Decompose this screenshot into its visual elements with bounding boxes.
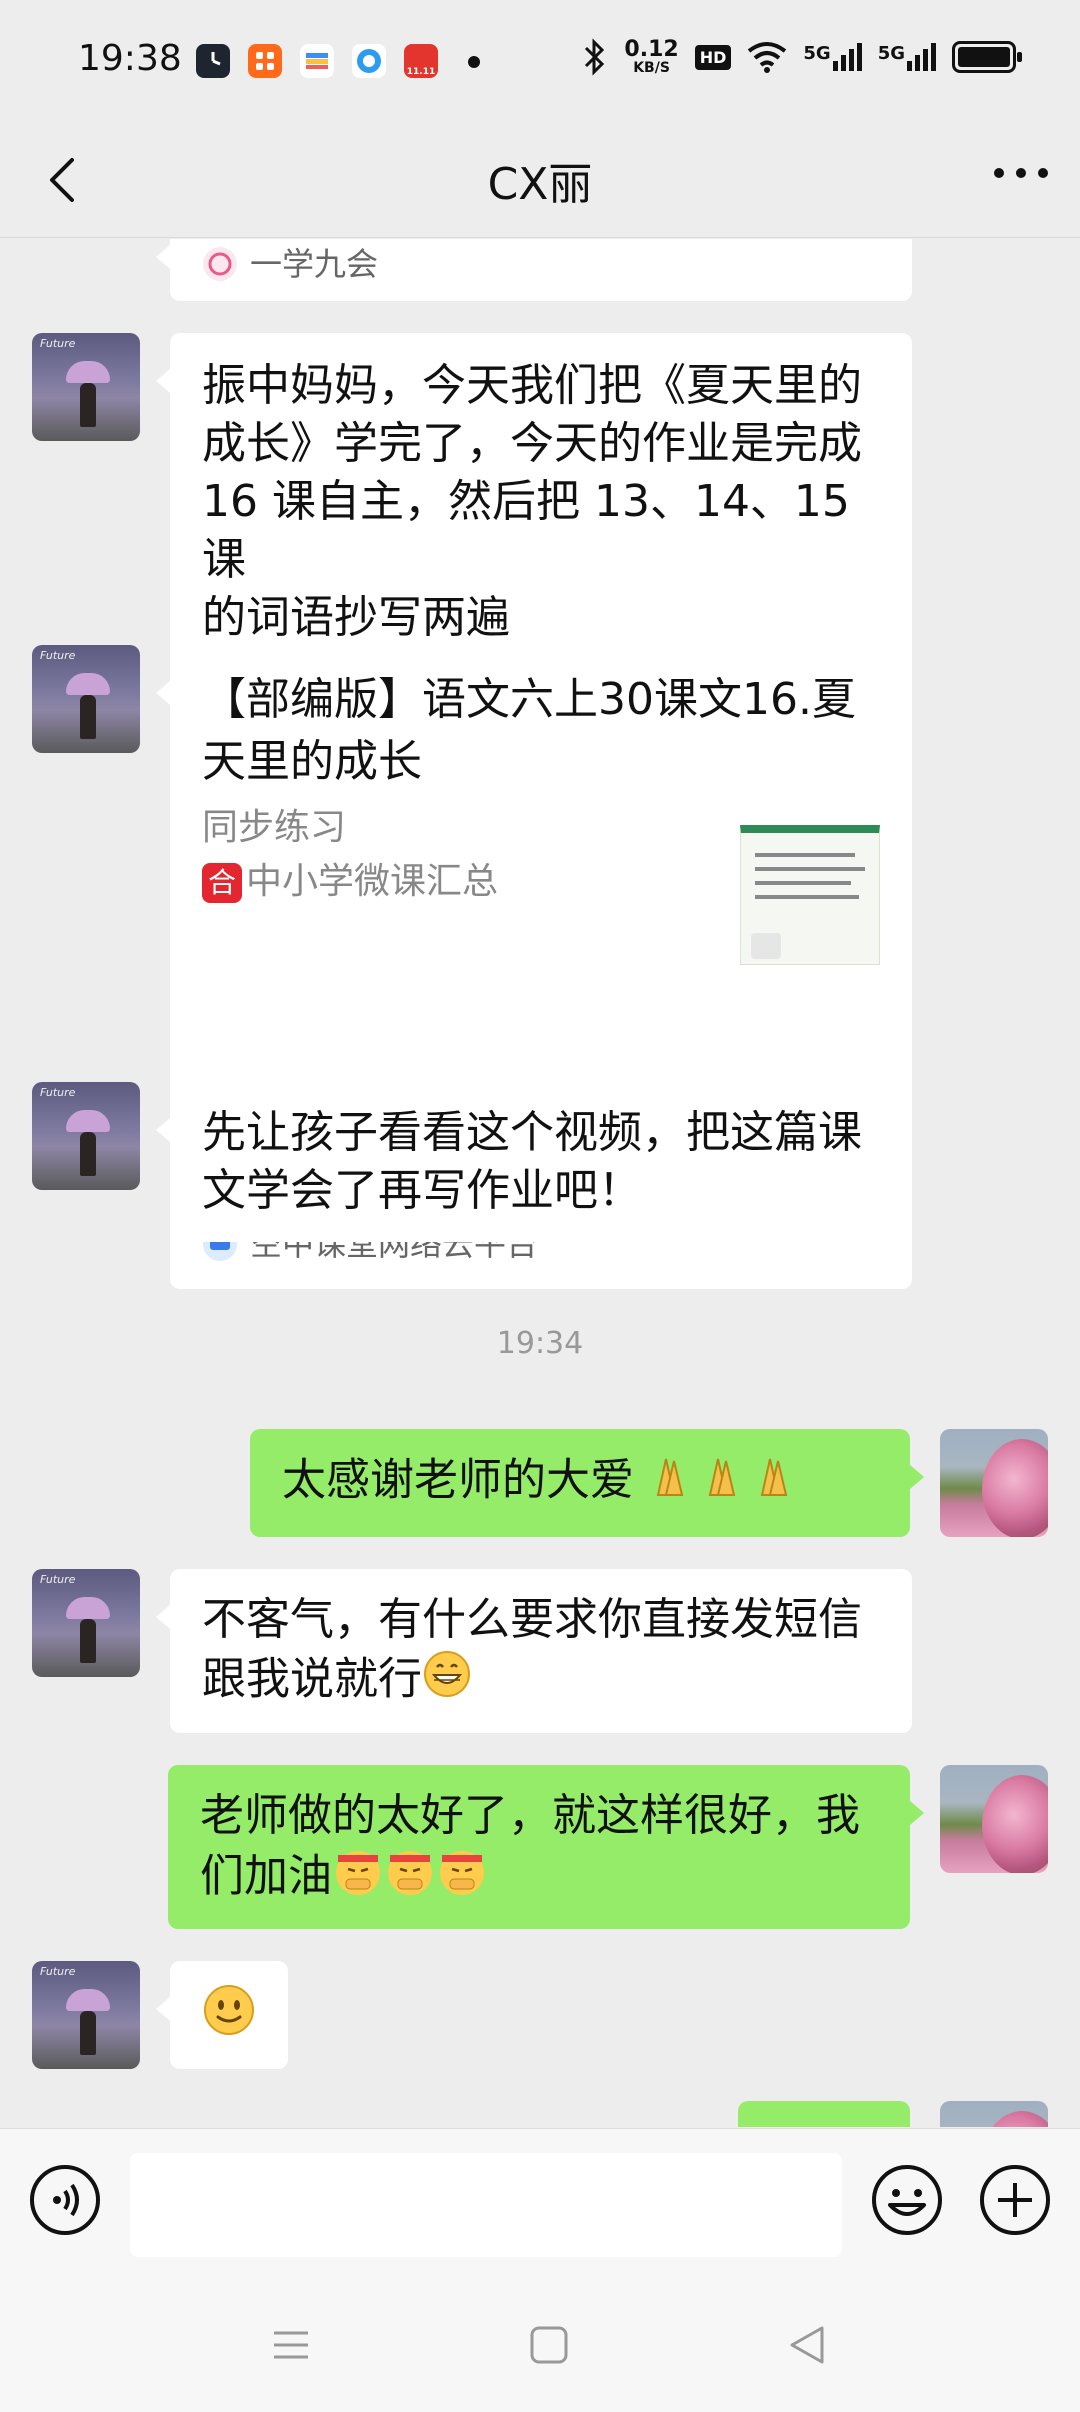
notification-dot bbox=[468, 56, 480, 68]
card-title-line: 【部编版】语文六上30课文16.夏 bbox=[202, 674, 856, 725]
hd-badge: HD bbox=[694, 44, 732, 70]
shop-app-badge: 11.11 bbox=[406, 67, 436, 77]
message-bubble-self-partial[interactable] bbox=[738, 2101, 910, 2127]
message-line: 振中妈妈，今天我们把《夏天里的 bbox=[202, 360, 862, 411]
menu-icon[interactable] bbox=[266, 2320, 316, 2370]
signal-2: 5G bbox=[878, 43, 936, 71]
message-list[interactable]: 一学九会 Future 振中妈妈，今天我们把《夏天里的 成长》学完了，今天的作业… bbox=[0, 239, 1080, 2127]
chat-title: CX丽 bbox=[487, 159, 593, 210]
message-input[interactable] bbox=[130, 2153, 842, 2257]
card-desc-line-2: 合中小学微课汇总 bbox=[202, 855, 722, 909]
card-desc-line: 同步练习 bbox=[202, 807, 347, 848]
message-text: 太感谢老师的大爱 bbox=[282, 1454, 634, 1506]
browser-app-icon bbox=[352, 44, 386, 78]
more-dots-icon[interactable] bbox=[994, 168, 1048, 178]
message-card-tail[interactable]: 一学九会 bbox=[156, 239, 912, 301]
card-title: 【部编版】语文六上30课文16.夏 天里的成长 bbox=[202, 669, 880, 793]
signal-2-label: 5G bbox=[877, 43, 905, 64]
card-thumbnail bbox=[740, 825, 880, 965]
message-bubble[interactable]: 不客气，有什么要求你直接发短信 跟我说就行 bbox=[156, 1569, 912, 1733]
folded-hands-emoji bbox=[648, 1451, 804, 1514]
he-badge-icon: 合 bbox=[202, 863, 242, 903]
signal-1: 5G bbox=[803, 43, 862, 71]
clock-app-icon bbox=[196, 44, 230, 78]
my-avatar[interactable] bbox=[940, 1765, 1048, 1873]
status-bar: 19:38 11.11 0.12 KB/S HD 5G 5G bbox=[0, 0, 1080, 124]
chat-header: CX丽 bbox=[0, 124, 1080, 238]
message-text: 们加油 bbox=[200, 1850, 332, 1902]
grinning-emoji bbox=[422, 1649, 472, 1714]
yixuejiuhui-logo-icon bbox=[203, 247, 237, 281]
net-speed-value: 0.12 bbox=[624, 37, 679, 62]
home-icon[interactable] bbox=[524, 2320, 574, 2370]
my-avatar[interactable] bbox=[940, 2101, 1048, 2127]
net-speed-unit: KB/S bbox=[633, 60, 670, 76]
message-line: 的词语抄写两遍 bbox=[202, 592, 510, 643]
orange-app-icon bbox=[248, 44, 282, 78]
shop-app-icon: 11.11 bbox=[404, 44, 438, 78]
message-bubble[interactable]: 先让孩子看看这个视频，把这篇课 文学会了再写作业吧！ bbox=[156, 1082, 912, 1242]
net-speed: 0.12 KB/S bbox=[624, 37, 679, 76]
message-line-2: 跟我说就行 bbox=[202, 1649, 880, 1714]
signal-1-label: 5G bbox=[803, 43, 831, 64]
emoji-icon[interactable] bbox=[870, 2163, 944, 2237]
teacher-avatar[interactable]: Future bbox=[32, 1961, 140, 2069]
bluetooth-icon bbox=[585, 38, 605, 76]
status-right-group: 0.12 KB/S HD 5G 5G bbox=[582, 37, 1022, 76]
teacher-avatar[interactable]: Future bbox=[32, 1082, 140, 1190]
status-time: 19:38 bbox=[78, 38, 182, 79]
message-line: 成长》学完了，今天的作业是完成 bbox=[202, 418, 862, 469]
teacher-avatar[interactable]: Future bbox=[32, 1569, 140, 1677]
message-text: 跟我说就行 bbox=[202, 1653, 422, 1705]
teacher-avatar[interactable]: Future bbox=[32, 645, 140, 753]
wifi-icon bbox=[748, 42, 787, 73]
system-navigation-bar bbox=[0, 2278, 1080, 2412]
battery-icon bbox=[952, 41, 1022, 73]
message-bubble-self[interactable]: 老师做的太好了，就这样很好，我 们加油 bbox=[168, 1765, 924, 1929]
message-bubble[interactable] bbox=[156, 1961, 288, 2069]
message-line: 老师做的太好了，就这样很好，我 bbox=[200, 1790, 860, 1841]
card-source: 一学九会 bbox=[202, 239, 378, 293]
message-line-2: 们加油 bbox=[200, 1845, 878, 1912]
card-source-label: 一学九会 bbox=[250, 245, 379, 283]
message-bubble-self[interactable]: 太感谢老师的大爱 bbox=[250, 1429, 924, 1537]
message-line: 16 课自主，然后把 13、14、15 课 bbox=[202, 476, 850, 585]
signal-1-bars bbox=[832, 43, 862, 71]
determined-face-emoji bbox=[332, 1845, 488, 1912]
card-description: 同步练习 合中小学微课汇总 bbox=[202, 801, 722, 909]
card-title-line: 天里的成长 bbox=[202, 736, 422, 787]
signal-2-bars bbox=[907, 43, 936, 71]
message-line: 不客气，有什么要求你直接发短信 bbox=[202, 1594, 862, 1645]
message-line: 先让孩子看看这个视频，把这篇课 bbox=[202, 1107, 862, 1158]
voice-icon[interactable] bbox=[28, 2163, 102, 2237]
message-line: 文学会了再写作业吧！ bbox=[202, 1165, 642, 1216]
my-avatar[interactable] bbox=[940, 1429, 1048, 1537]
card-desc-text: 中小学微课汇总 bbox=[246, 861, 499, 902]
input-bar bbox=[0, 2128, 1080, 2278]
back-triangle-icon[interactable] bbox=[782, 2320, 832, 2370]
teacher-avatar[interactable]: Future bbox=[32, 333, 140, 441]
wallet-app-icon bbox=[300, 44, 334, 78]
slight-smile-emoji bbox=[202, 1983, 256, 2052]
message-timestamp: 19:34 bbox=[496, 1326, 584, 1361]
plus-icon[interactable] bbox=[978, 2163, 1052, 2237]
